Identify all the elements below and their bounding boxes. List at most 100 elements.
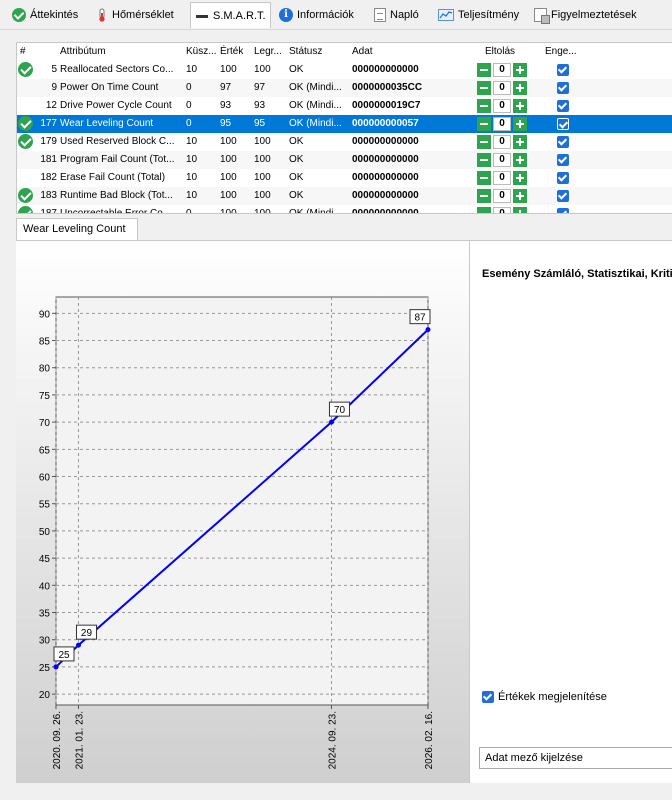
table-row[interactable]: 9 Power On Time Count 0 97 97 OK (Mindi... 000… (17, 79, 672, 97)
offset-stepper[interactable]: 0 (477, 81, 527, 95)
cell-threshold: 0 (186, 118, 192, 129)
cell-value: 95 (220, 118, 232, 129)
cell-data: 000000000000 (352, 172, 419, 183)
enabled-checkbox[interactable] (557, 172, 569, 184)
y-tick-label: 25 (39, 663, 51, 674)
offset-stepper[interactable]: 0 (477, 117, 527, 131)
tab-log[interactable]: Napló (374, 5, 419, 25)
column-header-offset[interactable]: Eltolás (485, 46, 515, 57)
offset-value[interactable]: 0 (493, 135, 511, 149)
y-tick-label: 70 (39, 418, 51, 429)
show-values-checkbox[interactable]: Értékek megjelenítése (482, 691, 607, 703)
offset-stepper[interactable]: 0 (477, 153, 527, 167)
cell-data: 000000000000 (352, 190, 419, 201)
chart-svg: 20 25 30 35 40 45 50 55 60 65 70 75 80 85 90 2020. 09. … (39, 296, 435, 769)
plus-icon[interactable] (513, 171, 527, 185)
offset-stepper[interactable]: 0 (477, 207, 527, 213)
enabled-checkbox[interactable] (557, 190, 569, 202)
cell-id: 9 (51, 82, 57, 93)
column-header-data[interactable]: Adat (352, 46, 373, 57)
minus-icon[interactable] (477, 171, 491, 185)
table-row[interactable]: 181 Program Fail Count (Tot... 10 100 100 OK 0… (17, 151, 672, 169)
enabled-checkbox[interactable] (557, 118, 569, 130)
offset-value[interactable]: 0 (493, 99, 511, 113)
column-header-worst[interactable]: Legr... (254, 46, 282, 57)
table-row[interactable]: 183 Runtime Bad Block (Tot... 10 100 100 OK 00… (17, 187, 672, 205)
tab-information[interactable]: i Információk (279, 5, 354, 25)
tab-performance[interactable]: Teljesítmény (438, 5, 519, 25)
table-header: # Attribútum Küsz... Érték Legr... Státu… (17, 43, 672, 61)
enabled-checkbox[interactable] (557, 64, 569, 76)
tab-smart[interactable]: S.M.A.R.T. (190, 2, 271, 28)
enabled-checkbox[interactable] (557, 100, 569, 112)
table-row[interactable]: 12 Drive Power Cycle Count 0 93 93 OK (Mindi.… (17, 97, 672, 115)
offset-value[interactable]: 0 (493, 171, 511, 185)
column-header-value[interactable]: Érték (220, 46, 243, 57)
column-header-number[interactable]: # (20, 46, 26, 57)
column-header-enabled[interactable]: Enge... (545, 46, 577, 57)
plus-icon[interactable] (513, 189, 527, 203)
offset-value[interactable]: 0 (493, 189, 511, 203)
data-field-display-select[interactable]: Adat mező kijelzése (479, 747, 672, 769)
plus-icon[interactable] (513, 207, 527, 213)
offset-stepper[interactable]: 0 (477, 171, 527, 185)
cell-data: 000000000000 (352, 136, 419, 147)
cell-status: OK (289, 172, 304, 183)
offset-value[interactable]: 0 (493, 81, 511, 95)
minus-icon[interactable] (477, 99, 491, 113)
enabled-checkbox[interactable] (557, 82, 569, 94)
enabled-checkbox[interactable] (557, 136, 569, 148)
tab-warnings[interactable]: Figyelmeztetések (534, 5, 637, 25)
data-label: 70 (334, 405, 346, 416)
y-tick-label: 20 (39, 690, 51, 701)
y-tick-label: 90 (39, 309, 51, 320)
cell-status: OK (Mindi... (289, 100, 342, 111)
data-label: 25 (58, 650, 70, 661)
table-row[interactable]: 182 Erase Fail Count (Total) 10 100 100 OK 000… (17, 169, 672, 187)
warning-document-icon (534, 8, 550, 24)
table-row[interactable]: 179 Used Reserved Block C... 10 100 100 OK 000… (17, 133, 672, 151)
minus-icon[interactable] (477, 189, 491, 203)
tab-label: Hőmérséklet (112, 9, 174, 21)
column-header-threshold[interactable]: Küsz... (186, 46, 217, 57)
table-row[interactable]: 187 Uncorrectable Error Co... 0 100 100 OK (M… (17, 205, 672, 214)
cell-status: OK (Mindi... (289, 208, 342, 214)
performance-icon (438, 9, 454, 21)
plus-icon[interactable] (513, 135, 527, 149)
offset-stepper[interactable]: 0 (477, 135, 527, 149)
plus-icon[interactable] (513, 81, 527, 95)
offset-stepper[interactable]: 0 (477, 63, 527, 77)
column-header-status[interactable]: Státusz (289, 46, 322, 57)
enabled-checkbox[interactable] (557, 208, 569, 213)
offset-stepper[interactable]: 0 (477, 189, 527, 203)
minus-icon[interactable] (477, 207, 491, 213)
plus-icon[interactable] (513, 63, 527, 77)
cell-value: 93 (220, 100, 232, 111)
minus-icon[interactable] (477, 63, 491, 77)
tab-overview[interactable]: Áttekintés (12, 5, 78, 25)
plus-icon[interactable] (513, 153, 527, 167)
plus-icon[interactable] (513, 99, 527, 113)
offset-value[interactable]: 0 (493, 207, 511, 213)
minus-icon[interactable] (477, 117, 491, 131)
column-header-attribute[interactable]: Attribútum (60, 46, 106, 57)
minus-icon[interactable] (477, 81, 491, 95)
offset-value[interactable]: 0 (493, 63, 511, 77)
cell-id: 179 (40, 136, 57, 147)
offset-value[interactable]: 0 (493, 153, 511, 167)
minus-icon[interactable] (477, 153, 491, 167)
table-row[interactable]: 5 Reallocated Sectors Co... 10 100 100 OK 0000… (17, 61, 672, 79)
data-label: 87 (414, 313, 426, 324)
offset-value[interactable]: 0 (493, 117, 511, 131)
cell-name: Used Reserved Block C... (60, 136, 175, 147)
enabled-checkbox[interactable] (557, 154, 569, 166)
tab-wear-leveling-count[interactable]: Wear Leveling Count (16, 218, 138, 240)
minus-icon[interactable] (477, 135, 491, 149)
offset-stepper[interactable]: 0 (477, 99, 527, 113)
data-label: 29 (81, 628, 93, 639)
table-row[interactable]: 177 Wear Leveling Count 0 95 95 OK (Mindi... 0… (17, 115, 672, 133)
plus-icon[interactable] (513, 117, 527, 131)
cell-value: 100 (220, 154, 237, 165)
cell-data: 000000000000 (352, 208, 419, 214)
tab-temperature[interactable]: Hőmérséklet (96, 5, 174, 25)
